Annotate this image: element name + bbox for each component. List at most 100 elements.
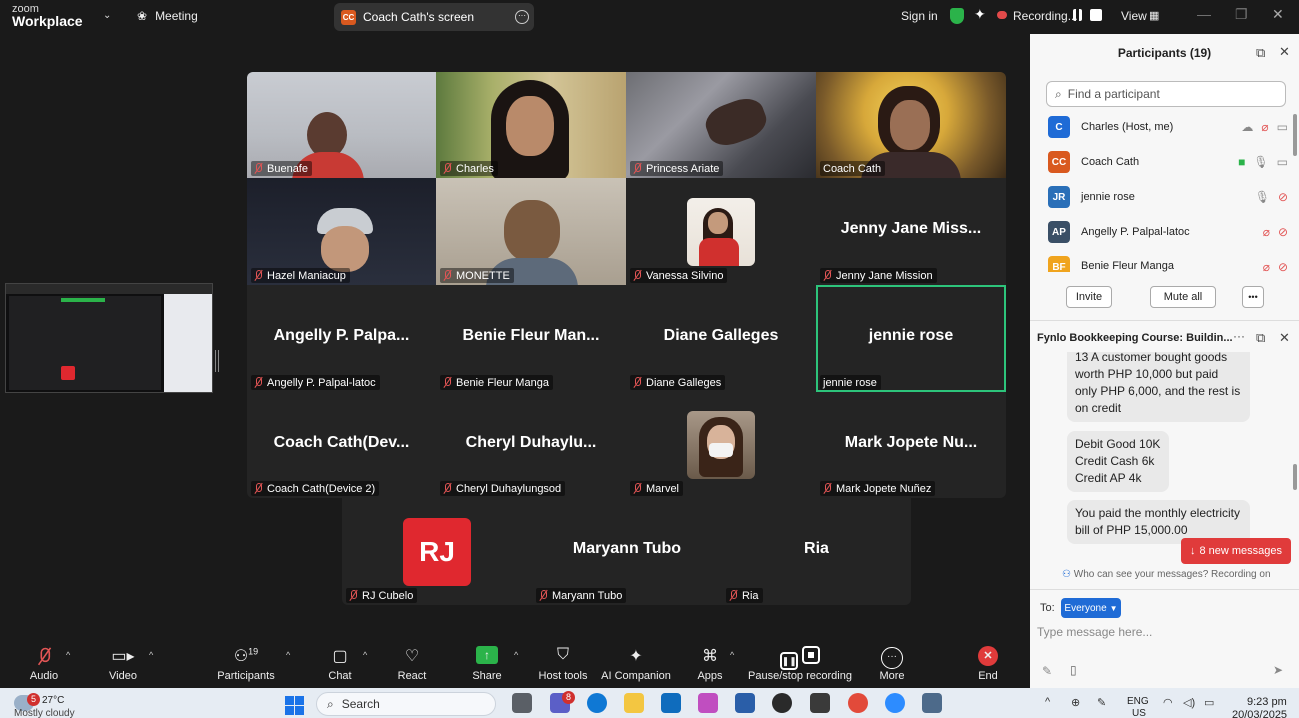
copilot-icon[interactable] xyxy=(698,693,718,713)
host-tools-button[interactable]: ⛉ Host tools xyxy=(523,638,603,688)
participants-button[interactable]: ⚇19 Participants xyxy=(206,638,286,688)
taskbar-search[interactable]: ⌕ Search xyxy=(316,692,496,716)
camera-off-icon[interactable]: ⊘ xyxy=(1278,260,1288,272)
pause-icon[interactable] xyxy=(1073,9,1082,21)
view-grid-icon[interactable]: ▦ xyxy=(1149,9,1159,22)
end-button[interactable]: ✕ End xyxy=(948,638,1028,688)
zoom-app-icon[interactable] xyxy=(885,693,905,713)
camera-icon[interactable]: ▭ xyxy=(1277,155,1288,169)
ai-sparkle-icon[interactable]: ✦ xyxy=(974,6,986,23)
dell-icon[interactable] xyxy=(772,693,792,713)
video-tile[interactable]: Ria Ria xyxy=(722,498,911,605)
chat-scrollbar[interactable] xyxy=(1293,464,1297,490)
chrome-icon[interactable] xyxy=(848,693,868,713)
audio-options-caret-icon[interactable]: ^ xyxy=(66,650,70,660)
more-icon[interactable]: ··· xyxy=(1233,329,1245,343)
outlook-icon[interactable] xyxy=(661,693,681,713)
view-menu[interactable]: View xyxy=(1121,9,1147,23)
screen-share-pill[interactable]: CC Coach Cath's screen ··· xyxy=(334,3,534,31)
more-button[interactable]: ··· More xyxy=(852,638,932,688)
shared-screen-thumbnail[interactable] xyxy=(5,283,213,393)
resize-handle[interactable] xyxy=(215,350,219,372)
volume-icon[interactable]: ◁) xyxy=(1183,696,1195,709)
video-tile[interactable]: Hazel Maniacup xyxy=(247,178,436,285)
participants-scrollbar[interactable] xyxy=(1293,114,1297,156)
participant-search-input[interactable]: ⌕ Find a participant xyxy=(1046,81,1286,107)
apps-button[interactable]: ⌘ Apps xyxy=(670,638,750,688)
store-icon[interactable] xyxy=(735,693,755,713)
video-tile[interactable]: Diane Galleges Diane Galleges xyxy=(626,285,816,392)
minimize-icon[interactable]: — xyxy=(1197,6,1211,22)
video-button[interactable]: ▭▸ Video xyxy=(83,638,163,688)
privacy-note[interactable]: ⚇ Who can see your messages? Recording o… xyxy=(1062,569,1271,580)
video-tile[interactable]: Coach Cath(Dev... Coach Cath(Device 2) xyxy=(247,392,436,498)
chat-message-list[interactable]: 13 A customer bought goods worth PHP 10,… xyxy=(1030,352,1299,564)
chevron-down-icon[interactable]: ⌄ xyxy=(103,10,111,21)
camera-off-icon[interactable]: ⊘ xyxy=(1278,190,1288,204)
mute-all-button[interactable]: Mute all xyxy=(1150,286,1216,308)
video-tile[interactable]: Coach Cath xyxy=(816,72,1006,178)
battery-icon[interactable]: ▭ xyxy=(1204,696,1214,709)
mic-icon[interactable]: 🎙 xyxy=(1253,155,1268,169)
video-tile[interactable]: Benie Fleur Man... Benie Fleur Manga xyxy=(436,285,626,392)
more-options-icon[interactable]: ··· xyxy=(515,10,529,24)
send-icon[interactable]: ➤ xyxy=(1273,663,1283,677)
share-caret-icon[interactable]: ^ xyxy=(514,650,518,660)
video-tile[interactable]: RJ RJ Cubelo xyxy=(342,498,532,605)
mic-muted-icon[interactable]: ⌀ xyxy=(1263,260,1270,272)
participant-row[interactable]: AP Angelly P. Palpal-latoc ⌀ ⊘ xyxy=(1048,221,1288,243)
invite-button[interactable]: Invite xyxy=(1066,286,1112,308)
pen-icon[interactable]: ✎ xyxy=(1097,696,1106,709)
shield-icon[interactable] xyxy=(950,8,964,24)
video-tile[interactable]: Marvel xyxy=(626,392,816,498)
meeting-menu[interactable]: ❀ Meeting xyxy=(137,9,198,23)
participant-row[interactable]: CC Coach Cath ■ 🎙 ▭ xyxy=(1048,151,1288,173)
video-tile[interactable]: MONETTE xyxy=(436,178,626,285)
apps-caret-icon[interactable]: ^ xyxy=(730,650,734,660)
close-window-icon[interactable]: ✕ xyxy=(1272,6,1284,23)
video-tile[interactable]: Jenny Jane Miss... Jenny Jane Mission xyxy=(816,178,1006,285)
video-tile-active-speaker[interactable]: jennie rose jennie rose xyxy=(816,285,1006,392)
windows-start-icon[interactable] xyxy=(285,696,305,716)
video-tile[interactable]: Cheryl Duhaylu... Cheryl Duhaylungsod xyxy=(436,392,626,498)
video-tile[interactable]: Buenafe xyxy=(247,72,436,178)
chat-input[interactable]: Type message here... xyxy=(1037,625,1152,639)
participants-caret-icon[interactable]: ^ xyxy=(286,650,290,660)
video-tile[interactable]: Angelly P. Palpa... Angelly P. Palpal-la… xyxy=(247,285,436,392)
recipient-dropdown[interactable]: Everyone ▼ xyxy=(1061,598,1121,618)
close-icon[interactable]: ✕ xyxy=(1279,44,1290,60)
edge-icon[interactable] xyxy=(587,693,607,713)
camera-off-icon[interactable]: ⊘ xyxy=(1278,225,1288,239)
stop-icon[interactable] xyxy=(1090,9,1102,21)
sticky-notes-icon[interactable] xyxy=(810,693,830,713)
pop-out-icon[interactable]: ⧉ xyxy=(1256,45,1265,61)
participant-row[interactable]: JR jennie rose 🎙 ⊘ xyxy=(1048,186,1288,208)
mic-muted-icon[interactable]: ⌀ xyxy=(1263,225,1270,239)
participant-row[interactable]: C Charles (Host, me) ☁ ⌀ ▭ xyxy=(1048,116,1288,138)
video-tile[interactable]: Mark Jopete Nu... Mark Jopete Nuñez xyxy=(816,392,1006,498)
participant-row[interactable]: BF Benie Fleur Manga ⌀ ⊘ xyxy=(1048,256,1288,272)
pause-stop-recording-button[interactable]: ❚❚ Pause/stop recording xyxy=(748,638,852,688)
video-tile[interactable]: Charles xyxy=(436,72,626,178)
more-options-button[interactable]: ••• xyxy=(1242,286,1264,308)
ai-companion-button[interactable]: ✦ AI Companion xyxy=(596,638,676,688)
mic-icon[interactable]: 🎙 xyxy=(1255,190,1270,204)
audio-button[interactable]: Audio xyxy=(4,638,84,688)
task-view-icon[interactable] xyxy=(512,693,532,713)
format-icon[interactable]: ✎ xyxy=(1042,664,1052,678)
zoom-logo[interactable]: zoom Workplace xyxy=(12,3,83,28)
video-tile[interactable]: Vanessa Silvino xyxy=(626,178,816,285)
chat-caret-icon[interactable]: ^ xyxy=(363,650,367,660)
video-options-caret-icon[interactable]: ^ xyxy=(149,650,153,660)
react-button[interactable]: ♡ React xyxy=(372,638,452,688)
wifi-icon[interactable]: ◠ xyxy=(1163,696,1173,709)
file-explorer-icon[interactable] xyxy=(624,693,644,713)
sign-in-link[interactable]: Sign in xyxy=(901,9,938,23)
chevron-up-icon[interactable]: ^ xyxy=(1045,696,1050,708)
close-icon[interactable]: ✕ xyxy=(1279,330,1290,346)
file-icon[interactable]: ▯ xyxy=(1070,663,1077,677)
maximize-icon[interactable]: ❐ xyxy=(1235,6,1248,23)
chat-button[interactable]: ▢ Chat xyxy=(300,638,380,688)
camera-icon[interactable]: ▭ xyxy=(1277,120,1288,134)
video-tile[interactable]: Maryann Tubo Maryann Tubo xyxy=(532,498,722,605)
